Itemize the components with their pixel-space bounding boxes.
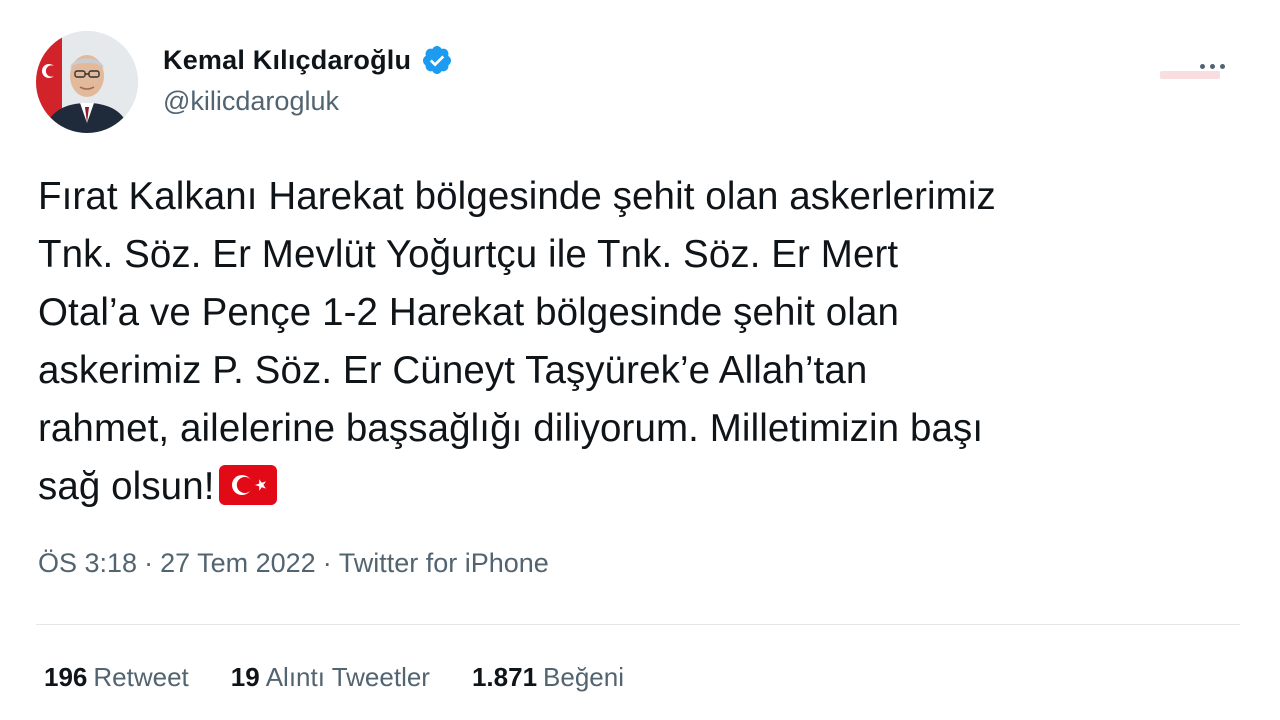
tweet-text-line: rahmet, ailelerine başsağlığı diliyorum.… (38, 407, 984, 450)
watermark-logo-icon (1160, 71, 1220, 79)
meta-separator: · (144, 548, 154, 578)
likes-label: Beğeni (543, 662, 625, 692)
tweet-metadata: ÖS 3:18 · 27 Tem 2022 · Twitter for iPhone (38, 548, 549, 579)
more-dot-icon (1219, 63, 1225, 69)
tweet-text-line: askerimiz P. Söz. Er Cüneyt Taşyürek’e A… (38, 349, 868, 392)
tweet-time[interactable]: ÖS 3:18 (38, 548, 137, 578)
flag-turkey-icon (218, 465, 277, 505)
quote-tweets-stat[interactable]: 19 Alıntı Tweetler (231, 662, 430, 693)
engagement-stats: 196 Retweet 19 Alıntı Tweetler 1.871 Beğeni (44, 662, 624, 693)
tweet-text-line: Otal’a ve Pençe 1-2 Harekat bölgesinde ş… (38, 291, 899, 334)
retweets-stat[interactable]: 196 Retweet (44, 662, 189, 693)
verified-badge-icon (423, 46, 452, 74)
likes-count: 1.871 (471, 662, 538, 692)
user-info: Kemal Kılıçdaroğlu @kilicdarogluk (163, 40, 453, 117)
tweet-date[interactable]: 27 Tem 2022 (160, 548, 316, 578)
tweet-source-link[interactable]: Twitter for iPhone (339, 548, 549, 578)
tweet-text-last-line: sağ olsun! (38, 458, 1248, 516)
divider (36, 624, 1240, 625)
tweet-text: Fırat Kalkanı Harekat bölgesinde şehit o… (38, 168, 1248, 516)
avatar[interactable] (36, 31, 138, 133)
tweet-card: Kemal Kılıçdaroğlu @kilicdarogluk Fırat … (0, 0, 1280, 720)
tweet-text-line: sağ olsun! (38, 465, 215, 508)
display-name[interactable]: Kemal Kılıçdaroğlu (163, 45, 411, 76)
retweets-count: 196 (44, 662, 88, 692)
quote-tweets-label: Alıntı Tweetler (265, 662, 430, 692)
tweet-text-line: Fırat Kalkanı Harekat bölgesinde şehit o… (38, 175, 996, 218)
user-handle[interactable]: @kilicdarogluk (163, 86, 453, 117)
tweet-text-line: Tnk. Söz. Er Mevlüt Yoğurtçu ile Tnk. Sö… (38, 233, 899, 276)
display-name-row: Kemal Kılıçdaroğlu (163, 40, 453, 80)
retweets-label: Retweet (93, 662, 189, 692)
avatar-portrait-icon (36, 31, 138, 133)
quote-tweets-count: 19 (230, 662, 260, 692)
likes-stat[interactable]: 1.871 Beğeni (472, 662, 624, 693)
meta-separator: · (322, 548, 332, 578)
